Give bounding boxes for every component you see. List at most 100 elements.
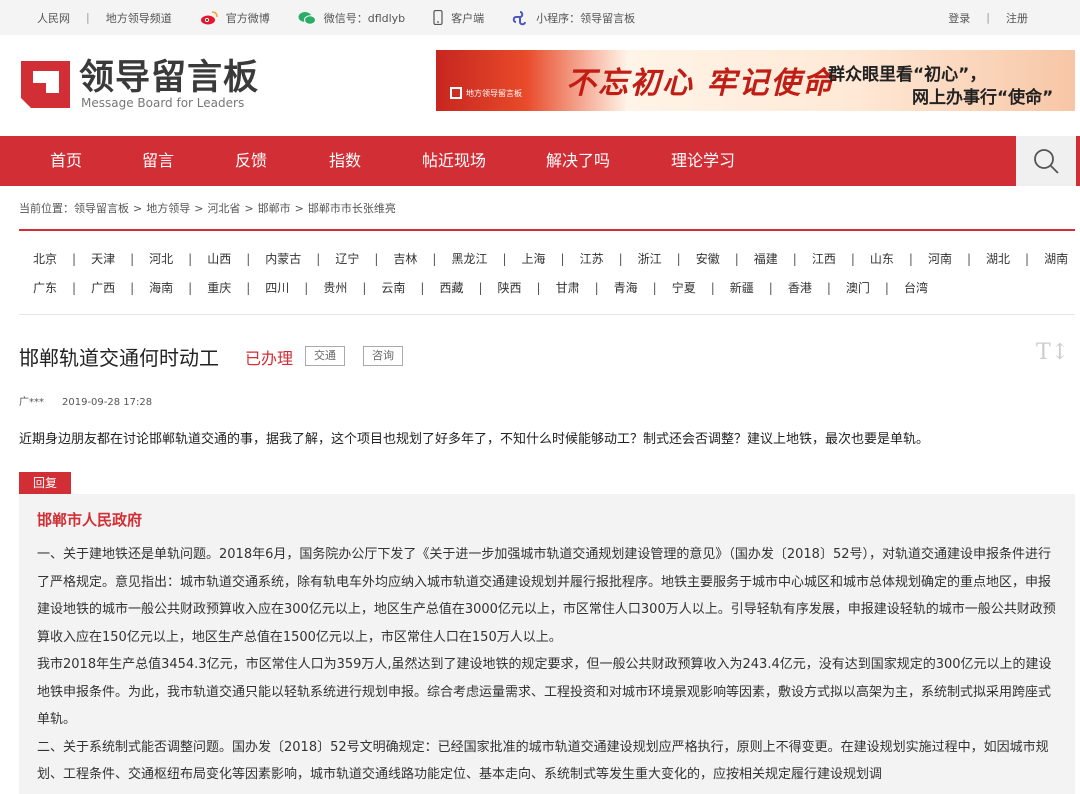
separator: | [986,11,990,24]
breadcrumb-prefix: 当前位置： [19,202,74,215]
separator: | [432,251,437,266]
region-link[interactable]: 江西 [812,250,836,267]
region-link[interactable]: 台湾 [904,279,928,296]
weibo-link-label: 官方微博 [225,11,270,25]
reply-label: 回复 [19,472,71,494]
wechat-link[interactable]: 微信号：dfldlyb [298,10,405,26]
region-link[interactable]: 内蒙古 [265,250,301,267]
font-size-toggle-icon[interactable]: T↕ [1036,340,1069,365]
breadcrumb-item[interactable]: 领导留言板 [74,202,129,215]
nav-item-index[interactable]: 指数 [329,136,361,186]
separator: | [316,251,321,266]
banner-line-2: 网上办事行“使命” [912,88,1054,108]
separator: | [362,280,367,295]
region-link[interactable]: 江苏 [580,250,604,267]
wechat-label: 微信号：dfldlyb [323,11,406,25]
region-link[interactable]: 重庆 [207,279,231,296]
tag-consult[interactable]: 咨询 [363,346,403,366]
region-link[interactable]: 云南 [381,279,405,296]
region-link[interactable]: 河北 [149,250,173,267]
campaign-banner[interactable]: 地方领导留言板 不忘初心 牢记使命 群众眼里看“初心”， 网上办事行“使命” [436,50,1075,111]
login-link[interactable]: 登录 [948,10,970,26]
region-link[interactable]: 西藏 [439,279,463,296]
region-link[interactable]: 湖北 [986,250,1010,267]
reply-text: 一、关于建地铁还是单轨问题。2018年6月，国务院办公厅下发了《关于进一步加强城… [37,541,1059,789]
region-link[interactable]: 宁夏 [672,279,696,296]
client-link[interactable]: 客户端 [433,10,484,26]
nav-item-theory[interactable]: 理论学习 [671,136,735,186]
separator: | [850,251,855,266]
reply-organization: 邯郸市人民政府 [37,511,143,529]
separator: | [966,251,971,266]
client-link-label: 客户端 [451,11,485,25]
region-link[interactable]: 黑龙江 [451,250,487,267]
weibo-icon [200,10,218,25]
separator: | [826,280,831,295]
separator: | [560,251,565,266]
site-link-label: 人民网 [37,11,70,25]
miniprogram-link[interactable]: 小程序：领导留言板 [512,10,635,26]
weibo-link[interactable]: 官方微博 [200,10,270,26]
post-date: 2019-09-28 17:28 [62,397,153,408]
channel-link-label: 地方领导频道 [105,11,172,25]
region-link[interactable]: 新疆 [730,279,754,296]
breadcrumb-item[interactable]: 地方领导 [146,202,190,215]
separator: | [594,280,599,295]
separator: | [420,280,425,295]
reply-paragraph: 我市2018年生产总值3454.3亿元，市区常住人口为359万人,虽然达到了建设… [37,657,1052,727]
region-link[interactable]: 四川 [265,279,289,296]
site-logo[interactable]: 领导留言板 Message Board for Leaders [21,58,261,114]
breadcrumb-item[interactable]: 河北省 [207,202,240,215]
region-link[interactable]: 广东 [33,279,57,296]
region-link[interactable]: 贵州 [323,279,347,296]
nav-item-solved[interactable]: 解决了吗 [546,136,610,186]
region-link[interactable]: 湖南 [1044,250,1068,267]
separator: | [86,11,90,24]
miniprogram-icon [512,10,528,26]
region-link[interactable]: 吉林 [393,250,417,267]
separator: | [710,280,715,295]
region-link[interactable]: 青海 [614,279,638,296]
miniprogram-label: 小程序：领导留言板 [536,11,636,25]
separator: | [676,251,681,266]
region-link[interactable]: 河南 [928,250,952,267]
region-link[interactable]: 安徽 [696,250,720,267]
region-link[interactable]: 澳门 [846,279,870,296]
region-row: 北京 | 天津 | 河北 | 山西 | 内蒙古 | 辽宁 | 吉林 | 黑龙江 | 上海 | 江苏 | 浙江 | 安徽 | 福建… [33,246,1073,271]
region-link[interactable]: 香港 [788,279,812,296]
post-author: 广*** [19,397,44,408]
region-link[interactable]: 甘肃 [556,279,580,296]
nav-item-onsite[interactable]: 帖近现场 [422,136,486,186]
site-link[interactable]: 人民网 [37,10,70,26]
region-link[interactable]: 福建 [754,250,778,267]
region-link[interactable]: 天津 [91,250,115,267]
breadcrumb-item[interactable]: 邯郸市 [258,202,291,215]
region-row: 广东 | 广西 | 海南 | 重庆 | 四川 | 贵州 | 云南 | 西藏 | 陕西 | 甘肃 | 青海 | 宁夏 | 新疆 | 香… [33,275,1073,300]
region-link[interactable]: 山西 [207,250,231,267]
region-link[interactable]: 广西 [91,279,115,296]
section-divider [19,229,1075,231]
search-button[interactable] [1016,136,1076,186]
separator: | [652,280,657,295]
nav-item-home[interactable]: 首页 [50,136,82,186]
register-link[interactable]: 注册 [1006,10,1028,26]
region-link[interactable]: 上海 [522,250,546,267]
separator: | [130,251,135,266]
region-link[interactable]: 海南 [149,279,173,296]
separator: | [130,280,135,295]
separator: | [246,280,251,295]
nav-item-messages[interactable]: 留言 [142,136,174,186]
region-link[interactable]: 山东 [870,250,894,267]
region-link[interactable]: 辽宁 [335,250,359,267]
region-link[interactable]: 浙江 [638,250,662,267]
nav-item-feedback[interactable]: 反馈 [235,136,267,186]
channel-link[interactable]: 地方领导频道 [106,10,172,26]
breadcrumb-item[interactable]: 邯郸市市长张维亮 [308,202,396,215]
reply-box: 邯郸市人民政府 一、关于建地铁还是单轨问题。2018年6月，国务院办公厅下发了《… [19,494,1075,794]
separator: | [536,280,541,295]
breadcrumb: 当前位置：领导留言板 > 地方领导 > 河北省 > 邯郸市 > 邯郸市市长张维亮 [19,202,396,215]
region-link[interactable]: 陕西 [498,279,522,296]
separator: | [908,251,913,266]
tag-traffic[interactable]: 交通 [305,346,345,366]
region-link[interactable]: 北京 [33,250,57,267]
